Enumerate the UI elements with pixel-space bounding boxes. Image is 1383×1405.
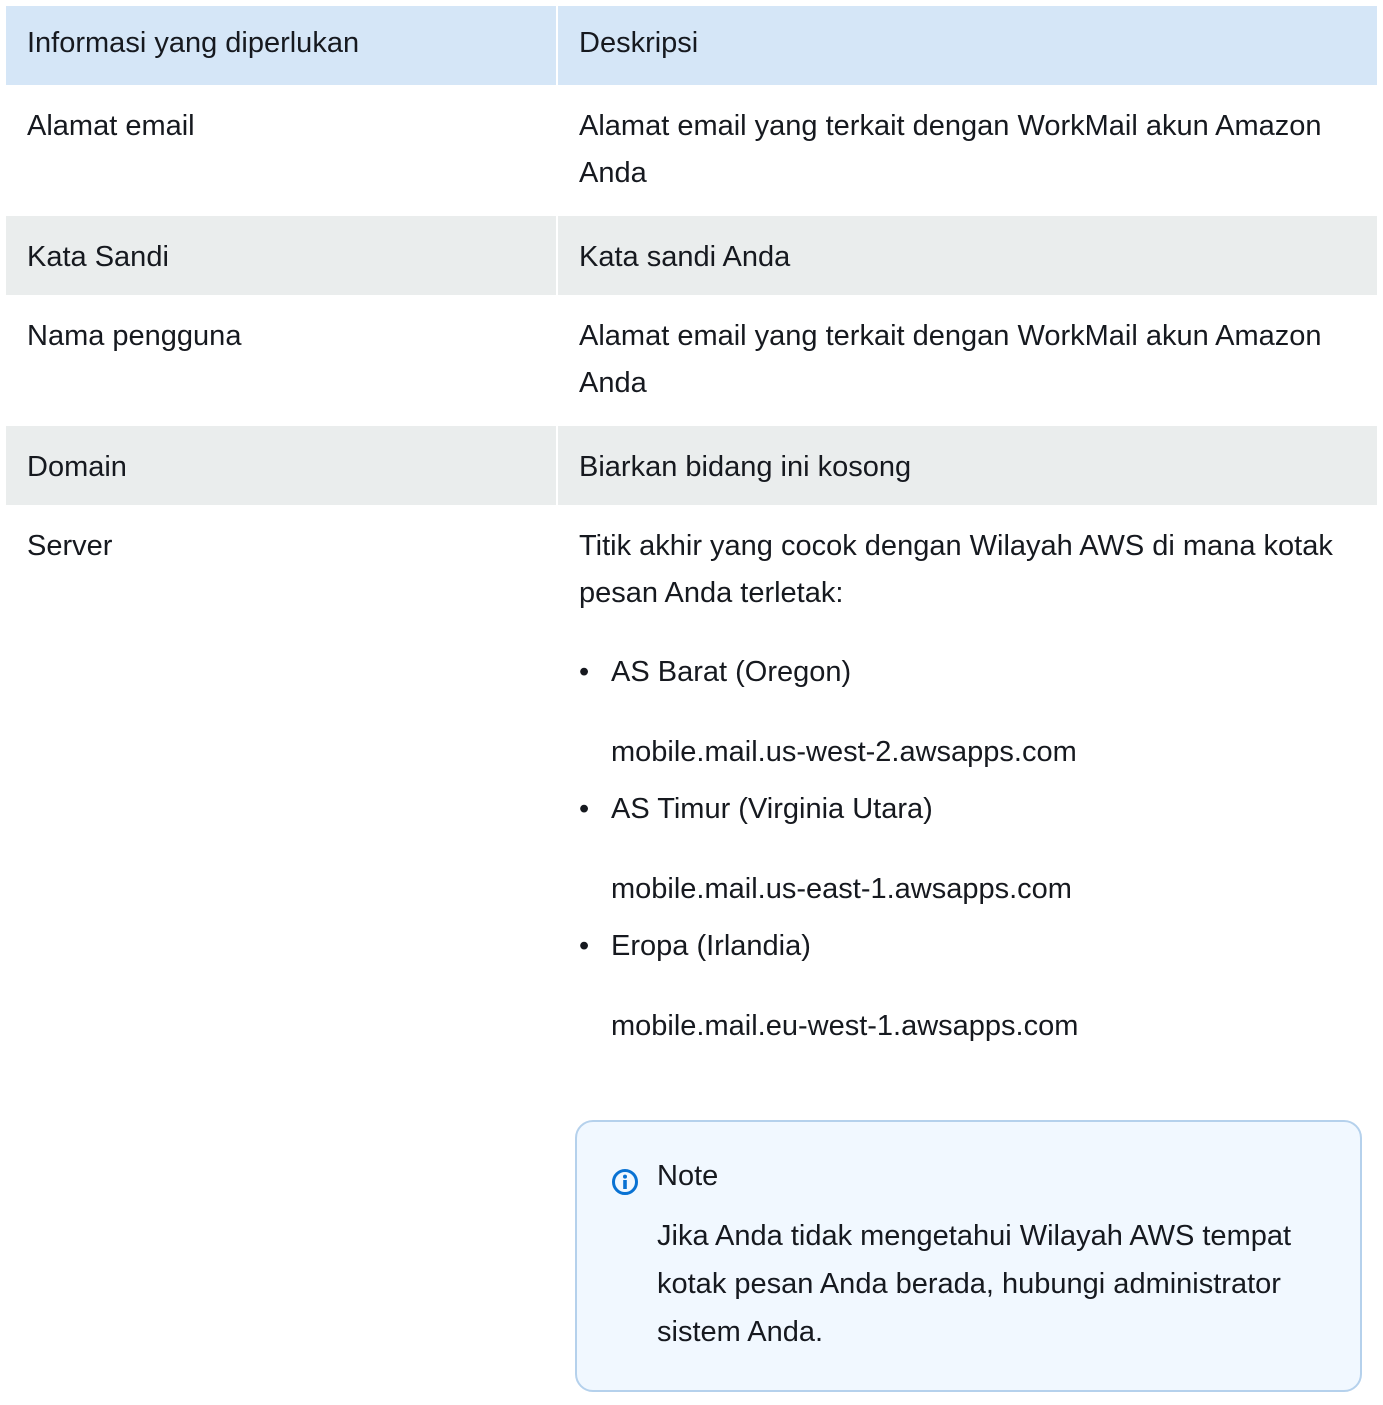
info-icon <box>612 1169 638 1195</box>
note-body: Jika Anda tidak mengetahui Wilayah AWS t… <box>657 1220 1292 1348</box>
table-header-row: Informasi yang diperlukan Deskripsi <box>6 6 1377 85</box>
table-row: Nama pengguna Alamat email yang terkait … <box>6 295 1377 426</box>
region-list: • AS Barat (Oregon) mobile.mail.us-west-… <box>579 649 1377 1050</box>
list-item: • Eropa (Irlandia) mobile.mail.eu-west-1… <box>579 923 1377 1050</box>
server-description: Titik akhir yang cocok dengan Wilayah AW… <box>579 530 1333 609</box>
list-item: • AS Timur (Virginia Utara) mobile.mail.… <box>579 786 1377 913</box>
region-endpoint: mobile.mail.us-east-1.awsapps.com <box>611 873 1072 905</box>
row-label-server: Server <box>27 530 113 562</box>
column-header-required-info: Informasi yang diperlukan <box>27 27 360 59</box>
row-description-username: Alamat email yang terkait dengan WorkMai… <box>556 295 1377 426</box>
row-label-domain: Domain <box>27 451 127 483</box>
column-header-description: Deskripsi <box>556 6 1377 85</box>
row-description-domain: Biarkan bidang ini kosong <box>556 426 1377 505</box>
bullet-icon: • <box>579 793 590 825</box>
region-name: AS Barat (Oregon) <box>611 656 852 688</box>
table-row: Domain Biarkan bidang ini kosong <box>6 426 1377 505</box>
region-endpoint: mobile.mail.us-west-2.awsapps.com <box>611 736 1077 768</box>
note-callout: Note Jika Anda tidak mengetahui Wilayah … <box>575 1120 1362 1392</box>
bullet-icon: • <box>579 656 590 688</box>
row-label-password: Kata Sandi <box>27 241 169 273</box>
bullet-icon: • <box>579 930 590 962</box>
row-label-email: Alamat email <box>27 110 195 142</box>
table-row: Kata Sandi Kata sandi Anda <box>6 216 1377 295</box>
list-item: • AS Barat (Oregon) mobile.mail.us-west-… <box>579 649 1377 776</box>
row-description-email: Alamat email yang terkait dengan WorkMai… <box>556 85 1377 216</box>
region-name: AS Timur (Virginia Utara) <box>611 793 933 825</box>
row-description-password: Kata sandi Anda <box>556 216 1377 295</box>
region-endpoint: mobile.mail.eu-west-1.awsapps.com <box>611 1010 1079 1042</box>
row-label-username: Nama pengguna <box>27 320 242 352</box>
table-row: Alamat email Alamat email yang terkait d… <box>6 85 1377 216</box>
note-title: Note <box>657 1160 719 1192</box>
region-name: Eropa (Irlandia) <box>611 930 811 962</box>
